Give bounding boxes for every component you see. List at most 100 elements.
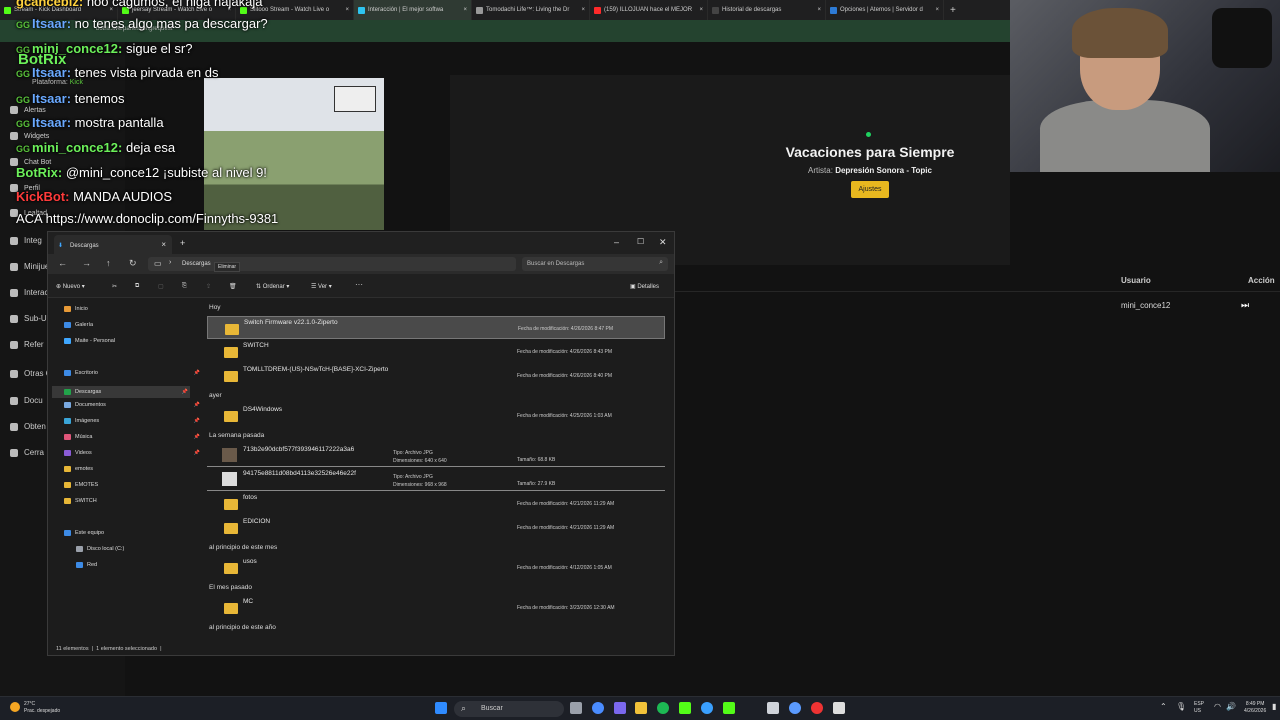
language-indicator[interactable]: ESP US xyxy=(1194,701,1204,715)
capcut-icon[interactable] xyxy=(701,702,713,714)
edge-icon[interactable] xyxy=(789,702,801,714)
close-tab-icon[interactable]: × xyxy=(345,7,349,13)
weather-widget[interactable]: 27°C Prac. despejado xyxy=(8,701,60,715)
file-explorer-icon[interactable] xyxy=(635,702,647,714)
up-icon[interactable]: ↑ xyxy=(106,258,111,268)
copy-icon[interactable]: ⧉ xyxy=(135,283,139,290)
refresh-icon[interactable]: ↻ xyxy=(129,258,137,269)
sidebar-item[interactable]: Integ xyxy=(10,236,42,245)
nav-item[interactable]: Maite - Personal xyxy=(64,338,202,344)
sidebar-item[interactable]: Interac xyxy=(10,288,48,297)
maximize-icon[interactable]: ☐ xyxy=(637,237,644,246)
nav-item[interactable]: Videos 📌 xyxy=(64,450,202,456)
close-tab-icon[interactable]: × xyxy=(935,7,939,13)
capcut-editor-icon[interactable] xyxy=(833,702,845,714)
pin-icon[interactable]: 📌 xyxy=(194,434,200,440)
file-row[interactable]: EDICION Fecha de modificación: 4/21/2026 … xyxy=(207,516,665,539)
close-tab-icon[interactable]: × xyxy=(161,240,166,249)
group-header[interactable]: Hoy xyxy=(209,304,221,311)
sidebar-item[interactable]: Docu xyxy=(10,396,43,405)
sort-button[interactable]: ⇅ Ordenar ▾ xyxy=(256,283,289,290)
nav-item[interactable]: Inicio xyxy=(64,306,202,312)
file-row[interactable]: STREAMFecha de modificación: 2/7/2026 5:… xyxy=(207,636,665,638)
file-row[interactable]: SWITCH Fecha de modificación: 4/26/2026 8… xyxy=(207,340,665,363)
file-row[interactable]: Switch Firmware v22.1.0-Ziperto Fecha de … xyxy=(207,316,665,339)
volume-icon[interactable]: 🔊 xyxy=(1226,702,1236,711)
new-button[interactable]: ⊕ Nuevo ▾ xyxy=(56,283,85,290)
browser-tab[interactable]: Interacción | El mejor softwa × xyxy=(354,0,472,20)
more-icon[interactable]: ··· xyxy=(355,280,363,289)
nav-item[interactable]: Galería xyxy=(64,322,202,328)
rename-icon[interactable]: ⎘ xyxy=(182,283,187,290)
file-row[interactable]: usos Fecha de modificación: 4/12/2026 1:0… xyxy=(207,556,665,579)
path-bar[interactable]: ▭ › Descargas xyxy=(148,257,516,271)
path-text[interactable]: Descargas xyxy=(182,261,211,267)
browser-tab[interactable]: Opciones | Aternos | Servidor d × xyxy=(826,0,944,20)
close-window-icon[interactable]: ✕ xyxy=(659,237,667,248)
group-header[interactable]: al principio de este año xyxy=(209,624,276,631)
nav-item[interactable]: Red xyxy=(76,562,214,568)
sidebar-item[interactable]: Sub-U xyxy=(10,314,47,323)
explorer-tab[interactable]: Descargas ⬇ × xyxy=(54,235,172,254)
view-button[interactable]: ☰ Ver ▾ xyxy=(311,283,332,290)
nav-item[interactable]: Descargas 📌 xyxy=(52,386,190,398)
kick-icon[interactable] xyxy=(679,702,691,714)
pin-icon[interactable]: 📌 xyxy=(194,450,200,456)
browser-tab[interactable]: (159) ILLOJUAN hace el MEJOR × xyxy=(590,0,708,20)
chevron-up-icon[interactable]: ⌃ xyxy=(1160,702,1167,711)
close-tab-icon[interactable]: × xyxy=(699,7,703,13)
sidebar-item[interactable]: Cerra xyxy=(10,448,44,457)
nav-item[interactable]: Documentos 📌 xyxy=(64,402,202,408)
group-header[interactable]: La semana pasada xyxy=(209,432,264,439)
forward-icon[interactable]: → xyxy=(82,258,91,268)
nav-item[interactable]: Imágenes 📌 xyxy=(64,418,202,424)
nav-item[interactable]: Disco local (C:) xyxy=(76,546,214,552)
new-tab-icon[interactable]: + xyxy=(180,238,185,248)
taskbar-search[interactable]: ⌕ Buscar xyxy=(454,701,564,717)
sidebar-item[interactable]: Widgets xyxy=(10,132,49,140)
skip-icon[interactable]: ⏭ xyxy=(1241,300,1249,311)
start-icon[interactable] xyxy=(435,702,447,714)
sidebar-item[interactable]: Alertas xyxy=(10,106,46,114)
nav-item[interactable]: emotes xyxy=(64,466,202,472)
nav-item[interactable]: EMOTES xyxy=(64,482,202,488)
share-icon[interactable]: ⇪ xyxy=(206,283,211,290)
file-row[interactable]: DS4Windows Fecha de modificación: 4/25/20… xyxy=(207,404,665,427)
file-row[interactable]: 713b2e90dcbf577f393946117222a3a6 Tipo: Ar… xyxy=(207,444,665,467)
nav-item[interactable]: SWITCH xyxy=(64,498,202,504)
kick-studio-icon[interactable] xyxy=(723,702,735,714)
file-row[interactable]: MC Fecha de modificación: 3/23/2026 12:30… xyxy=(207,596,665,619)
microphone-icon[interactable]: 🎙 xyxy=(1176,702,1186,711)
clock[interactable]: 8:49 PM 4/26/2026 xyxy=(1244,701,1266,715)
nav-item[interactable]: Este equipo xyxy=(64,530,202,536)
new-tab-icon[interactable]: + xyxy=(950,5,956,16)
browser-tab[interactable]: Tomodachi Life™: Living the Dr × xyxy=(472,0,590,20)
pin-icon[interactable]: 📌 xyxy=(194,402,200,408)
minimize-icon[interactable]: – xyxy=(614,237,619,247)
delete-icon[interactable]: 🗑 xyxy=(229,283,237,290)
close-tab-icon[interactable]: × xyxy=(817,7,821,13)
nav-item[interactable]: Música 📌 xyxy=(64,434,202,440)
spotify-icon[interactable] xyxy=(657,702,669,714)
file-row[interactable]: TOMLLTDREM-(US)-NSwTcH-[BASE]-XCI-Zipert… xyxy=(207,364,665,387)
wifi-icon[interactable]: ◠ xyxy=(1214,702,1221,711)
pin-icon[interactable]: 📌 xyxy=(194,418,200,424)
recording-icon[interactable] xyxy=(811,702,823,714)
group-header[interactable]: al principio de este mes xyxy=(209,544,277,551)
browser-tab[interactable]: Historial de descargas × xyxy=(708,0,826,20)
search-input[interactable]: Buscar en Descargas ⌕ xyxy=(522,257,668,271)
cut-icon[interactable]: ✂ xyxy=(112,283,117,290)
sidebar-item[interactable]: Refer xyxy=(10,340,44,349)
pin-icon[interactable]: 📌 xyxy=(182,389,188,395)
notification-icon[interactable]: ▮ xyxy=(1272,702,1276,711)
group-header[interactable]: El mes pasado xyxy=(209,584,252,591)
task-view-icon[interactable] xyxy=(570,702,582,714)
pin-icon[interactable]: 📌 xyxy=(194,370,200,376)
chrome-icon[interactable] xyxy=(592,702,604,714)
file-row[interactable]: 94175e8811d08bd4113e32526e46e22f Tipo: Ar… xyxy=(207,468,665,491)
group-header[interactable]: ayer xyxy=(209,392,222,399)
nav-item[interactable]: Escritorio 📌 xyxy=(64,370,202,376)
close-tab-icon[interactable]: × xyxy=(463,7,467,13)
discord-icon[interactable] xyxy=(614,702,626,714)
paste-icon[interactable]: ▢ xyxy=(158,283,164,290)
